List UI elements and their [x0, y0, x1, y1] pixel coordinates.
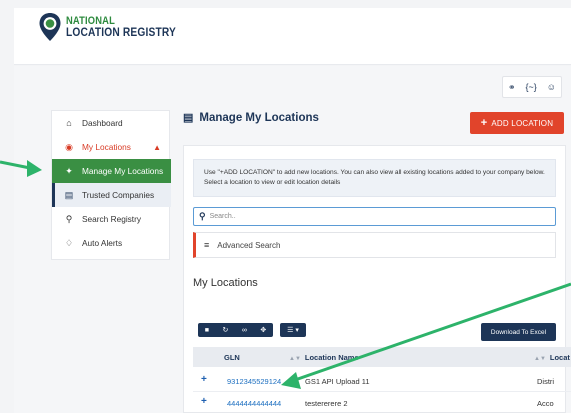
home-icon: ⌂	[66, 118, 72, 128]
brand-line2: LOCATION REGISTRY	[66, 25, 176, 39]
collapse-icon[interactable]: ■	[205, 327, 209, 334]
sort-icon: ▲▼	[534, 356, 546, 362]
table-row[interactable]: + 9312345529124 GS1 API Upload 11 Distri	[193, 370, 571, 392]
gln-link[interactable]: 4444444444444	[227, 399, 281, 408]
plus-icon: +	[480, 117, 488, 129]
search-field[interactable]: ⚲ Search..	[193, 207, 556, 226]
sidebar-item-manage-my-locations[interactable]: ✦ Manage My Locations	[52, 159, 171, 183]
page-title-text: Manage My Locations	[199, 111, 319, 124]
location-type-cell: Distri	[537, 377, 555, 386]
code-icon[interactable]: {~}	[526, 82, 537, 92]
advanced-search-label: Advanced Search	[217, 240, 281, 250]
header-utility-bar: ⚭ {~} ☺	[502, 76, 562, 98]
sidebar-item-label: Trusted Companies	[82, 190, 155, 200]
location-icon: ◉	[65, 141, 73, 152]
sidebar-item-label: Auto Alerts	[82, 238, 123, 248]
headset-icon[interactable]: ⚭	[508, 82, 516, 93]
download-excel-button[interactable]: Download To Excel	[481, 323, 556, 341]
add-location-label: ADD LOCATION	[491, 118, 554, 128]
expand-row-icon[interactable]: +	[201, 374, 207, 385]
info-message: Use "+ADD LOCATION" to add new locations…	[193, 159, 556, 197]
column-header-location-name[interactable]: ▲▼ Location Name	[289, 353, 359, 362]
sidebar-item-my-locations[interactable]: ◉ My Locations ▲	[52, 135, 171, 159]
sliders-icon: ≡	[204, 240, 210, 250]
sidebar-item-label: Manage My Locations	[82, 166, 164, 176]
sidebar-item-search-registry[interactable]: ⚲ Search Registry	[52, 207, 171, 231]
sidebar-item-label: Search Registry	[82, 214, 142, 224]
map-icon: ▤	[183, 112, 194, 124]
column-header-location[interactable]: ▲▼ Locat	[534, 353, 570, 362]
refresh-icon[interactable]: ↻	[222, 326, 228, 334]
search-placeholder: Search..	[209, 213, 236, 220]
location-name-cell: GS1 API Upload 11	[305, 377, 370, 386]
brand-logo[interactable]: NATIONAL LOCATION REGISTRY	[38, 12, 195, 42]
sidebar-item-auto-alerts[interactable]: ♢ Auto Alerts	[52, 231, 171, 255]
sort-icon: ▲▼	[289, 356, 301, 362]
move-icon[interactable]: ✥	[260, 326, 266, 334]
link-icon[interactable]: ∞	[242, 327, 247, 334]
chevron-up-icon: ▲	[153, 142, 161, 152]
section-title: My Locations	[193, 277, 258, 289]
list-icon: ☰ ▾	[287, 327, 299, 334]
building-icon: ▤	[64, 189, 74, 200]
search-icon: ⚲	[65, 213, 73, 224]
table-row[interactable]: + 4444444444444 testererere 2 Acco	[193, 392, 571, 413]
columns-menu-button[interactable]: ☰ ▾	[280, 323, 306, 337]
sidebar-item-dashboard[interactable]: ⌂ Dashboard	[52, 111, 171, 135]
location-name-cell: testererere 2	[305, 399, 348, 408]
add-location-button[interactable]: + ADD LOCATION	[470, 112, 564, 134]
table-header: GLN ▲▼ Location Name ▲▼ Locat	[193, 347, 571, 367]
table-tool-group: ■ ↻ ∞ ✥	[198, 323, 273, 337]
location-pin-logo-icon	[39, 13, 61, 41]
user-icon[interactable]: ☺	[547, 82, 556, 92]
manage-icon: ✦	[65, 165, 73, 176]
sidebar-item-trusted-companies[interactable]: ▤ Trusted Companies	[52, 183, 171, 207]
gln-link[interactable]: 9312345529124	[227, 377, 281, 386]
sidebar-item-label: My Locations	[82, 142, 131, 152]
bell-icon: ♢	[64, 237, 74, 248]
sidebar-item-label: Dashboard	[82, 118, 123, 128]
search-icon: ⚲	[199, 211, 206, 221]
advanced-search-toggle[interactable]: ≡ Advanced Search	[193, 232, 556, 258]
expand-row-icon[interactable]: +	[201, 396, 207, 407]
column-header-gln[interactable]: GLN	[224, 353, 240, 362]
brand-name: NATIONAL LOCATION REGISTRY	[66, 16, 176, 39]
location-type-cell: Acco	[537, 399, 554, 408]
table-toolbar: ■ ↻ ∞ ✥ ☰ ▾	[198, 323, 306, 337]
sidebar: ⌂ Dashboard ◉ My Locations ▲ ✦ Manage My…	[51, 110, 171, 260]
page-title: ▤ Manage My Locations	[183, 111, 319, 125]
